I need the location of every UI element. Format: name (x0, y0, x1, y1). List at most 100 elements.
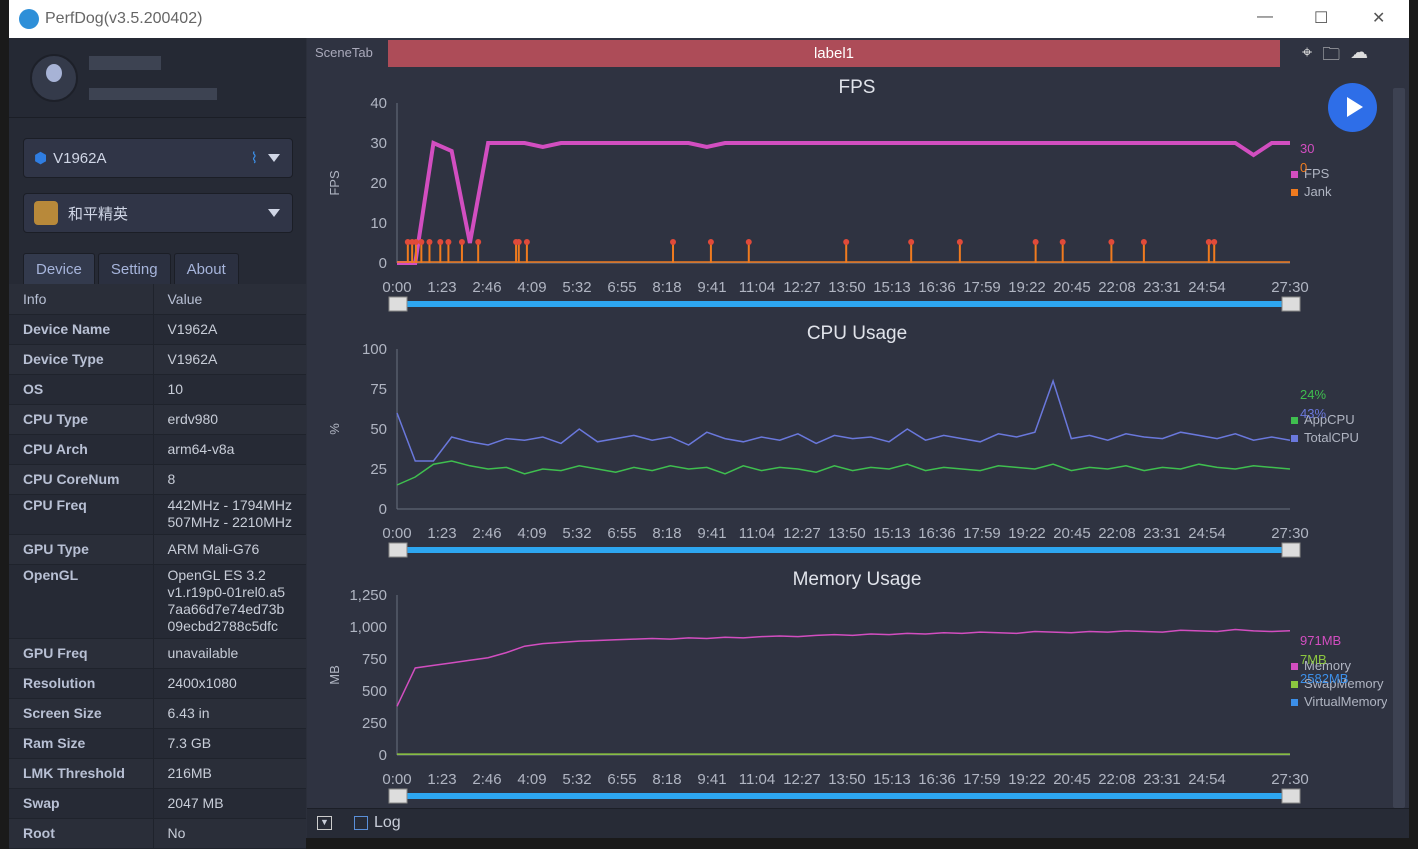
close-button[interactable]: ✕ (1372, 8, 1385, 28)
x-tick-label: 1:23 (427, 279, 456, 296)
x-tick-label: 19:22 (1008, 525, 1046, 542)
x-tick-label: 24:54 (1188, 771, 1226, 788)
current-value: 0 (1300, 160, 1307, 175)
table-row: Device Type V1962A (9, 344, 306, 375)
info-key: CPU Type (9, 404, 154, 435)
minimize-button[interactable]: — (1257, 8, 1273, 26)
info-value: 216MB (153, 758, 306, 789)
legend-label[interactable]: Jank (1304, 184, 1332, 199)
x-tick-label: 13:50 (828, 771, 866, 788)
window-title: PerfDog(v3.5.200402) (45, 10, 203, 27)
info-key: CPU Freq (9, 494, 154, 535)
avatar[interactable] (30, 54, 78, 102)
range-start-handle[interactable] (388, 296, 408, 312)
table-row: Ram Size 7.3 GB (9, 728, 306, 759)
legend-swatch (1291, 189, 1298, 196)
app-select[interactable]: 和平精英 (23, 193, 293, 233)
info-value: 2047 MB (153, 788, 306, 819)
x-tick-label: 0:00 (382, 771, 411, 788)
y-tick-label: 10 (370, 215, 387, 232)
y-tick-label: 0 (379, 747, 387, 764)
range-start-handle[interactable] (388, 542, 408, 558)
info-value: arm64-v8a (153, 434, 306, 465)
perfdog-logo-icon (19, 9, 39, 29)
x-tick-label: 11:04 (739, 279, 775, 296)
info-value: OpenGL ES 3.2 v1.r19p0-01rel0.a5 7aa66d7… (153, 564, 306, 639)
y-tick-label: 0 (379, 255, 387, 272)
x-tick-label: 6:55 (607, 279, 636, 296)
legend-label[interactable]: TotalCPU (1304, 430, 1359, 445)
device-select[interactable]: ⬢ V1962A ⌇ (23, 138, 293, 178)
x-tick-label: 4:09 (517, 525, 546, 542)
range-start-handle[interactable] (388, 788, 408, 804)
x-tick-label: 16:36 (918, 525, 956, 542)
android-icon: ⬢ (34, 150, 48, 167)
time-range-slider[interactable] (397, 793, 1290, 799)
usb-cable-icon: ⌇ (250, 150, 258, 167)
left-panel: ⬢ V1962A ⌇ 和平精英 Device Setting About Inf… (9, 38, 306, 849)
table-row: Resolution 2400x1080 (9, 668, 306, 699)
x-tick-label: 27:30 (1271, 279, 1309, 296)
legend-swatch (1291, 435, 1298, 442)
x-tick-label: 13:50 (828, 279, 866, 296)
time-range-slider[interactable] (397, 301, 1290, 307)
jank-point (1059, 239, 1066, 245)
info-key: GPU Freq (9, 638, 154, 669)
x-tick-label: 15:13 (873, 525, 911, 542)
jank-point (412, 239, 419, 245)
jank-point (1032, 239, 1039, 245)
info-value: 7.3 GB (153, 728, 306, 759)
x-tick-label: 6:55 (607, 771, 636, 788)
table-row: CPU CoreNum 8 (9, 464, 306, 495)
x-tick-label: 2:46 (472, 771, 501, 788)
info-value: 2400x1080 (153, 668, 306, 699)
y-tick-label: 1,000 (349, 619, 387, 636)
time-range-slider[interactable] (397, 547, 1290, 553)
value-header: Value (153, 284, 306, 315)
x-tick-label: 20:45 (1053, 525, 1091, 542)
vertical-scrollbar[interactable] (1393, 88, 1405, 808)
jank-point (1205, 239, 1212, 245)
y-axis-label: % (327, 423, 342, 435)
table-row: Screen Size 6.43 in (9, 698, 306, 729)
table-row: LMK Threshold 216MB (9, 758, 306, 789)
tab-device[interactable]: Device (23, 253, 95, 284)
info-key: OpenGL (9, 564, 154, 639)
x-tick-label: 4:09 (517, 771, 546, 788)
y-tick-label: 30 (370, 135, 387, 152)
jank-point (843, 239, 850, 245)
x-tick-label: 8:18 (652, 279, 681, 296)
series-line-appcpu (396, 460, 1291, 486)
tab-about[interactable]: About (173, 253, 239, 284)
y-tick-label: 1,250 (349, 587, 387, 604)
legend-swatch (1291, 663, 1298, 670)
app-name: 和平精英 (68, 205, 129, 223)
maximize-button[interactable]: ☐ (1314, 8, 1328, 28)
range-end-handle[interactable] (1281, 296, 1301, 312)
chevron-down-icon (268, 154, 280, 162)
play-button[interactable] (1328, 83, 1377, 132)
x-tick-label: 5:32 (562, 279, 591, 296)
range-end-handle[interactable] (1281, 542, 1301, 558)
legend-label[interactable]: VirtualMemory (1304, 694, 1387, 709)
jank-point (437, 239, 444, 245)
jank-point (426, 239, 433, 245)
y-tick-label: 75 (370, 381, 387, 398)
jank-point (445, 239, 452, 245)
legend-label[interactable]: FPS (1304, 166, 1330, 181)
user-profile (9, 38, 306, 118)
series-line-memory (396, 628, 1291, 707)
x-tick-label: 4:09 (517, 279, 546, 296)
app-icon (34, 201, 58, 225)
x-tick-label: 9:41 (697, 279, 726, 296)
legend-swatch (1291, 681, 1298, 688)
info-value: 10 (153, 374, 306, 405)
table-row: Root No (9, 818, 306, 849)
log-checkbox[interactable] (354, 816, 368, 830)
range-end-handle[interactable] (1281, 788, 1301, 804)
device-info-table: Info Value Device Name V1962A Device Type V19… (9, 284, 306, 849)
current-value: 7MB (1300, 652, 1327, 667)
tab-setting[interactable]: Setting (97, 253, 171, 284)
x-tick-label: 12:27 (783, 525, 821, 542)
expand-toggle[interactable]: ▼ (317, 816, 332, 830)
